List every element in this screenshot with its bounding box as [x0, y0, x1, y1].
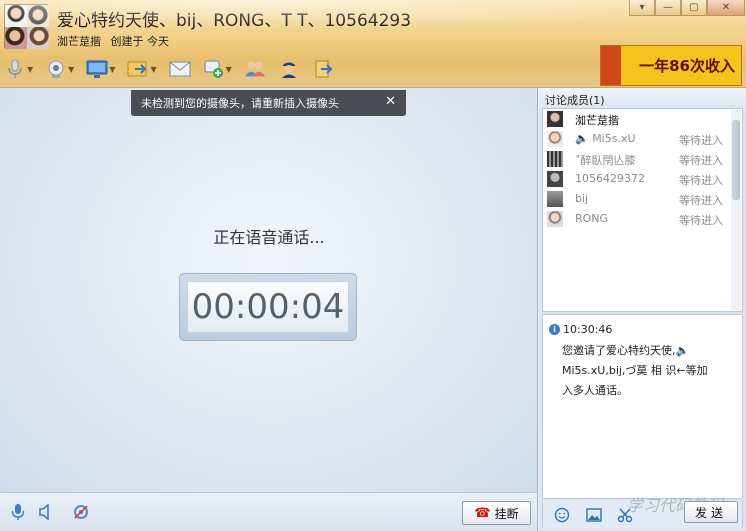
scroll-thumb[interactable]	[732, 120, 740, 200]
screen-share-button[interactable]: ▼	[86, 57, 115, 81]
microphone-icon	[4, 58, 26, 80]
call-controls: ☎ 挂断	[0, 492, 538, 531]
member-row[interactable]: RONG 等待进入	[543, 209, 733, 229]
microphone-icon[interactable]	[8, 502, 28, 522]
email-icon	[169, 58, 191, 80]
ad-banner[interactable]: 一年86次收入	[600, 45, 742, 86]
hangup-button[interactable]: ☎ 挂断	[462, 501, 531, 525]
screen-share-icon	[86, 58, 108, 80]
admin-icon	[278, 58, 300, 80]
avatar	[547, 191, 563, 207]
hangup-label: 挂断	[494, 506, 519, 521]
message-line: 您邀请了爱心特约天使,🔈	[562, 344, 690, 357]
message-timestamp: 10:30:46	[563, 323, 613, 336]
add-app-icon	[203, 58, 225, 80]
window-header: 爱心特约天使、bij、RONG、T T、10564293 洳芒莡揩 创建于 今天…	[0, 0, 746, 88]
avatar	[547, 111, 563, 127]
camera-button[interactable]: ▼	[45, 57, 74, 81]
call-status: 正在语音通话...	[213, 228, 325, 247]
maximize-icon[interactable]: ▢	[681, 0, 707, 16]
member-name: 🔈 Mi5s.xU	[575, 132, 636, 145]
member-row[interactable]: ˚醉臥閇亾膝 等待进入	[543, 149, 733, 169]
side-panel: 讨论成员(1) 洳芒莡揩 🔈 Mi5s.xU 等待进入 ˚醉臥閇亾膝 等待进入 …	[539, 88, 746, 531]
member-row[interactable]: 1056429372 等待进入	[543, 169, 733, 189]
member-status: 等待进入	[679, 174, 723, 187]
group-title: 爱心特约天使、bij、RONG、T T、10564293	[57, 11, 412, 31]
message-time: i 10:30:46	[549, 323, 612, 336]
timer-value: 00:00:04	[187, 281, 349, 333]
member-avatar	[27, 5, 49, 27]
avatar	[547, 151, 563, 167]
notice-text: 未检测到您的摄像头，请重新插入摄像头	[141, 97, 339, 110]
member-status: 等待进入	[679, 214, 723, 227]
emoji-icon[interactable]	[553, 506, 571, 524]
invite-icon	[244, 58, 266, 80]
member-status: 等待进入	[679, 154, 723, 167]
chevron-down-icon[interactable]: ▼	[150, 65, 156, 74]
file-transfer-button[interactable]: ▼	[127, 57, 157, 81]
member-row[interactable]: bij 等待进入	[543, 189, 733, 209]
call-timer: 00:00:04	[179, 273, 357, 341]
message-line: Mi5s.xU,bij,づ莫 相 识←等加	[562, 364, 708, 377]
window-controls: ▾ — ▢ ✕	[629, 0, 745, 16]
email-button[interactable]	[169, 57, 191, 81]
member-avatar	[27, 27, 49, 49]
exit-button[interactable]	[312, 57, 334, 81]
member-status: 等待进入	[679, 194, 723, 207]
image-icon[interactable]	[585, 506, 603, 524]
microphone-button[interactable]: ▼	[4, 57, 33, 81]
member-scrollbar[interactable]	[731, 110, 741, 310]
app-button[interactable]: ▼	[203, 57, 232, 81]
member-name: bij	[575, 192, 589, 205]
close-icon[interactable]: ✕	[385, 94, 396, 109]
member-name: 1056429372	[575, 172, 645, 185]
minimize-icon[interactable]: —	[655, 0, 681, 16]
member-avatar	[5, 5, 27, 27]
group-avatar[interactable]	[4, 4, 49, 49]
toolbar: ▼ ▼ ▼ ▼ ▼	[4, 56, 346, 82]
member-name: ˚醉臥閇亾膝	[575, 154, 636, 167]
settings-icon[interactable]	[71, 502, 91, 522]
invite-button[interactable]	[244, 57, 266, 81]
camera-icon	[45, 58, 67, 80]
avatar	[547, 171, 563, 187]
message-line: 入多人通话。	[562, 384, 628, 397]
phone-icon: ☎	[474, 505, 491, 521]
chevron-down-icon[interactable]: ▼	[109, 65, 115, 74]
avatar	[547, 211, 563, 227]
info-icon: i	[549, 324, 560, 335]
chevron-down-icon[interactable]: ▼	[27, 65, 33, 74]
camera-notice: 未检测到您的摄像头，请重新插入摄像头 ✕	[131, 90, 406, 116]
members-header: 讨论成员(1)	[539, 88, 746, 108]
menu-icon[interactable]: ▾	[629, 0, 655, 16]
close-icon[interactable]: ✕	[707, 0, 745, 16]
member-row[interactable]: 洳芒莡揩	[543, 109, 733, 129]
file-transfer-icon	[127, 58, 149, 80]
message-body: 您邀请了爱心特约天使,🔈 Mi5s.xU,bij,づ莫 相 识←等加 入多人通话…	[562, 341, 738, 401]
creator-name[interactable]: 洳芒莡揩	[57, 35, 101, 48]
chevron-down-icon[interactable]: ▼	[226, 65, 232, 74]
send-button[interactable]: 发送	[684, 501, 738, 523]
message-area: i 10:30:46 您邀请了爱心特约天使,🔈 Mi5s.xU,bij,づ莫 相…	[542, 314, 743, 499]
exit-icon	[312, 58, 334, 80]
chevron-down-icon[interactable]: ▼	[68, 65, 74, 74]
member-name: RONG	[575, 212, 609, 225]
member-list: 洳芒莡揩 🔈 Mi5s.xU 等待进入 ˚醉臥閇亾膝 等待进入 10564293…	[542, 108, 743, 312]
group-subtitle: 洳芒莡揩 创建于 今天	[57, 33, 175, 49]
call-area: 未检测到您的摄像头，请重新插入摄像头 ✕ 正在语音通话... 00:00:04	[0, 88, 538, 492]
admin-button[interactable]	[278, 57, 300, 81]
avatar	[547, 131, 563, 147]
member-name: 洳芒莡揩	[575, 114, 619, 127]
member-status: 等待进入	[679, 134, 723, 147]
member-row[interactable]: 🔈 Mi5s.xU 等待进入	[543, 129, 733, 149]
member-avatar	[5, 27, 27, 49]
speaker-icon[interactable]	[35, 502, 55, 522]
created-date: 创建于 今天	[110, 35, 170, 48]
